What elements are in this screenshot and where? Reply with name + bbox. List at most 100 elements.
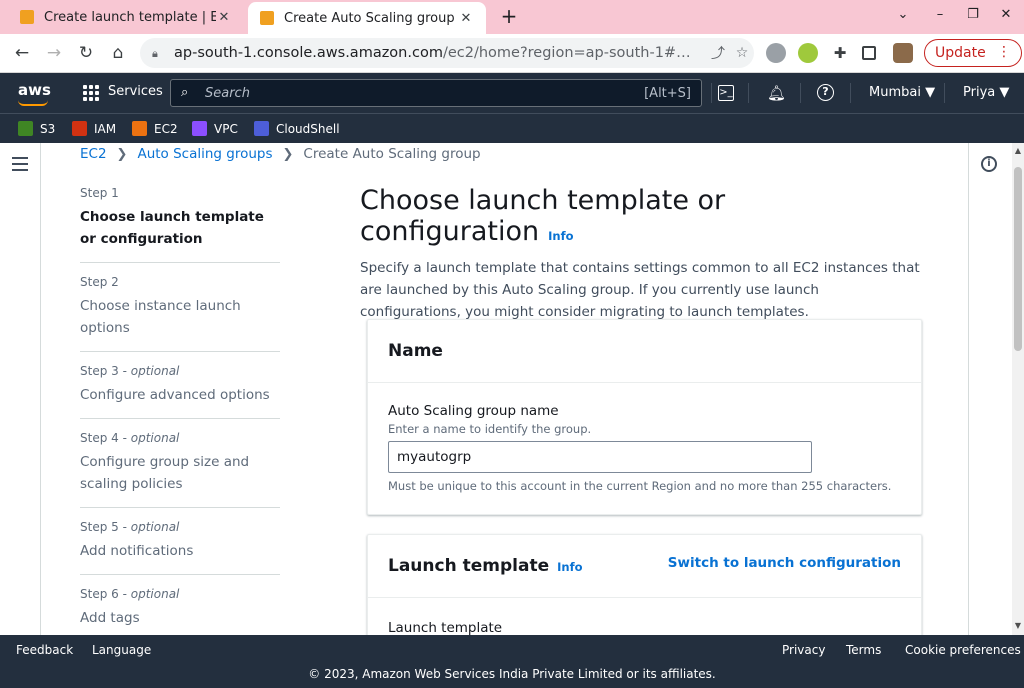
breadcrumb-auto-scaling-groups[interactable]: Auto Scaling groups <box>137 146 272 162</box>
scroll-down-icon[interactable]: ▼ <box>1014 621 1022 630</box>
container-title: Name <box>388 341 443 361</box>
caret-down-icon: ▼ <box>999 85 1010 100</box>
vpc-icon <box>192 121 207 136</box>
extension-icon[interactable] <box>798 43 818 63</box>
tab-list-icon[interactable]: ⌄ <box>893 7 913 22</box>
help-panel-rail: i <box>968 143 1012 635</box>
favorite-iam[interactable]: IAM <box>72 121 116 136</box>
extension-cloud-icon[interactable] <box>766 43 786 63</box>
close-icon[interactable]: ✕ <box>216 10 232 25</box>
cookie-preferences-link[interactable]: Cookie preferences <box>905 643 1021 657</box>
services-menu[interactable]: Services <box>108 84 163 99</box>
iam-icon <box>72 121 87 136</box>
main-header: Choose launch template or configuration I… <box>360 185 922 323</box>
step-label: Add tags <box>80 610 140 626</box>
asg-name-field: Auto Scaling group name Enter a name to … <box>388 403 903 493</box>
step-2[interactable]: Step 2 Choose instance launch options <box>80 275 280 352</box>
info-link[interactable]: Info <box>557 560 582 574</box>
container-header: Launch template Info Switch to launch con… <box>368 535 921 598</box>
asg-name-input[interactable] <box>388 441 812 473</box>
bell-icon[interactable]: 🔔︎ <box>767 84 786 102</box>
step-number: Step 6 - optional <box>80 587 180 601</box>
aws-logo[interactable]: aws <box>18 81 51 99</box>
more-menu-icon[interactable]: ⋮ <box>997 44 1011 60</box>
forward-icon[interactable]: → <box>44 43 64 63</box>
sidepanel-icon[interactable] <box>862 46 876 60</box>
profile-avatar[interactable] <box>893 43 913 63</box>
cloudshell-icon[interactable]: >_ <box>718 85 734 101</box>
favorite-cloudshell[interactable]: CloudShell <box>254 121 340 136</box>
browser-tabstrip: Create launch template | EC2 ✕ Create Au… <box>0 0 1024 34</box>
back-icon[interactable]: ← <box>12 43 32 63</box>
search-placeholder: Search <box>205 85 250 101</box>
region-menu[interactable]: Mumbai ▼ <box>869 85 935 100</box>
close-icon[interactable]: ✕ <box>458 11 474 26</box>
scroll-up-icon[interactable]: ▲ <box>1014 146 1022 155</box>
feedback-link[interactable]: Feedback <box>16 643 73 657</box>
address-bar[interactable]: 🔒︎ ap-south-1.console.aws.amazon.com/ec2… <box>140 38 754 68</box>
step-6[interactable]: Step 6 - optional Add tags <box>80 587 280 635</box>
url-host: ap-south-1.console.aws.amazon.com <box>174 45 443 61</box>
home-icon[interactable]: ⌂ <box>108 43 128 63</box>
scroll-thumb[interactable] <box>1014 167 1022 351</box>
content-area: EC2 ❯ Auto Scaling groups ❯ Create Auto … <box>0 143 1024 635</box>
new-tab-icon[interactable]: + <box>498 6 520 28</box>
launch-template-container: Launch template Info Switch to launch con… <box>367 534 922 635</box>
page-title: Choose launch template or configuration <box>360 185 726 247</box>
favorite-s3[interactable]: S3 <box>18 121 55 136</box>
info-icon[interactable]: i <box>981 156 997 172</box>
update-button[interactable]: Update ⋮ <box>924 39 1022 67</box>
step-1[interactable]: Step 1 Choose launch template or configu… <box>80 186 280 263</box>
divider <box>711 83 712 103</box>
info-link[interactable]: Info <box>548 229 573 243</box>
page-description: Specify a launch template that contains … <box>360 260 920 320</box>
divider <box>850 83 851 103</box>
tab-title: Create launch template | EC2 <box>44 9 216 25</box>
breadcrumb-ec2[interactable]: EC2 <box>80 146 107 162</box>
breadcrumb: EC2 ❯ Auto Scaling groups ❯ Create Auto … <box>80 146 481 162</box>
step-label: Choose instance launch options <box>80 298 241 336</box>
step-4[interactable]: Step 4 - optional Configure group size a… <box>80 431 280 508</box>
language-link[interactable]: Language <box>92 643 151 657</box>
region-label: Mumbai <box>869 85 921 100</box>
ec2-icon <box>132 121 147 136</box>
container-title: Launch template Info <box>388 556 583 576</box>
favorite-ec2[interactable]: EC2 <box>132 121 178 136</box>
restore-icon[interactable]: ❐ <box>963 7 983 22</box>
switch-to-launch-configuration-link[interactable]: Switch to launch configuration <box>668 555 901 571</box>
window-close-icon[interactable]: ✕ <box>996 7 1016 22</box>
step-number: Step 3 - optional <box>80 364 180 378</box>
terms-link[interactable]: Terms <box>846 643 881 657</box>
aws-favicon-icon <box>20 10 34 24</box>
reload-icon[interactable]: ↻ <box>76 43 96 63</box>
browser-tab-active[interactable]: Create Auto Scaling group ✕ <box>248 2 486 34</box>
step-label: Configure advanced options <box>80 387 270 403</box>
step-number: Step 2 <box>80 275 119 289</box>
hamburger-menu-icon[interactable] <box>12 157 28 171</box>
copyright: © 2023, Amazon Web Services India Privat… <box>308 667 716 681</box>
account-label: Priya <box>963 85 996 100</box>
privacy-link[interactable]: Privacy <box>782 643 825 657</box>
step-3[interactable]: Step 3 - optional Configure advanced opt… <box>80 364 280 419</box>
aws-favicon-icon <box>260 11 274 25</box>
help-icon[interactable]: ? <box>817 84 834 101</box>
minimize-icon[interactable]: – <box>930 7 950 22</box>
scrollbar[interactable]: ▲ ▼ <box>1012 143 1024 635</box>
services-grid-icon[interactable] <box>83 85 99 101</box>
step-5[interactable]: Step 5 - optional Add notifications <box>80 520 280 575</box>
update-label: Update <box>935 45 986 61</box>
field-label: Launch template <box>388 620 503 635</box>
browser-tab[interactable]: Create launch template | EC2 ✕ <box>8 0 244 34</box>
search-input[interactable]: ⌕ Search [Alt+S] <box>170 79 702 107</box>
breadcrumb-current: Create Auto Scaling group <box>303 146 481 162</box>
account-menu[interactable]: Priya ▼ <box>963 85 1009 100</box>
aws-top-nav: aws Services ⌕ Search [Alt+S] >_ 🔔︎ ? Mu… <box>0 73 1024 113</box>
favorite-vpc[interactable]: VPC <box>192 121 238 136</box>
bookmark-star-icon[interactable]: ☆ <box>730 45 754 61</box>
caret-down-icon: ▼ <box>925 85 936 100</box>
extensions-puzzle-icon[interactable]: ✚ <box>830 43 850 63</box>
favorite-label: IAM <box>94 121 117 136</box>
share-icon[interactable]: ⤴ <box>706 43 730 63</box>
step-label: Choose launch template or configuration <box>80 209 264 247</box>
side-navigation-rail <box>0 143 41 635</box>
